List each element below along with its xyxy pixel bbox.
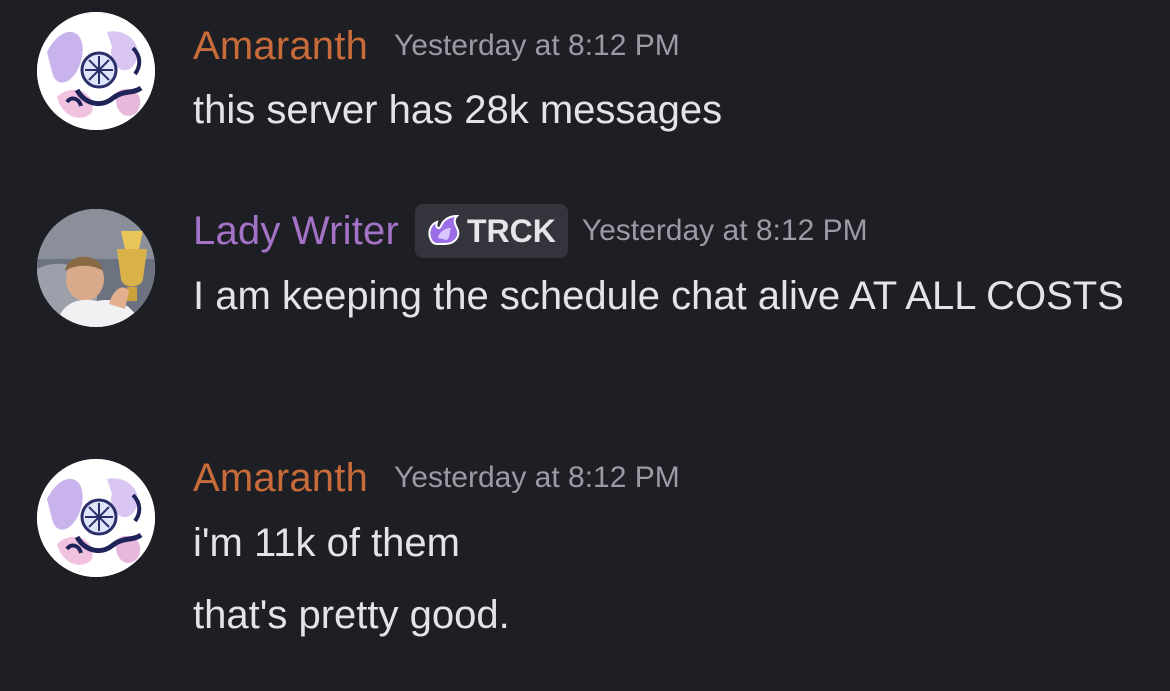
photo-avatar-icon[interactable] — [37, 209, 155, 327]
timestamp: Yesterday at 8:12 PM — [394, 461, 680, 494]
chat-message-list: Amaranth Yesterday at 8:12 PM this serve… — [0, 0, 1170, 691]
guild-tag-text: TRCK — [466, 212, 556, 249]
username[interactable]: Amaranth — [193, 24, 368, 69]
username[interactable]: Lady Writer — [193, 209, 399, 254]
message-content: i'm 11k of them — [193, 517, 1133, 569]
message-text: I am keeping the schedule chat alive AT … — [193, 274, 1124, 318]
purple-flame-icon — [425, 212, 461, 251]
guild-tag-badge[interactable]: TRCK — [414, 204, 568, 258]
message-header: Amaranth Yesterday at 8:12 PM — [193, 16, 680, 76]
timestamp: Yesterday at 8:12 PM — [394, 29, 680, 62]
username[interactable]: Amaranth — [193, 456, 368, 501]
message-content: this server has 28k messages — [193, 84, 1133, 136]
pokemon-avatar-icon[interactable] — [37, 459, 155, 577]
pokemon-avatar-icon[interactable] — [37, 12, 155, 130]
message-header: Amaranth Yesterday at 8:12 PM — [193, 448, 680, 508]
message-content: that's pretty good. — [193, 589, 1133, 641]
message-text: that's pretty good. — [193, 593, 510, 637]
timestamp: Yesterday at 8:12 PM — [581, 214, 868, 247]
message-content: I am keeping the schedule chat alive AT … — [193, 270, 1133, 322]
message-text: this server has 28k messages — [193, 88, 723, 132]
message-header: Lady Writer TRCK Yesterday at 8:12 PM — [193, 201, 868, 261]
message-text: i'm 11k of them — [193, 521, 460, 565]
